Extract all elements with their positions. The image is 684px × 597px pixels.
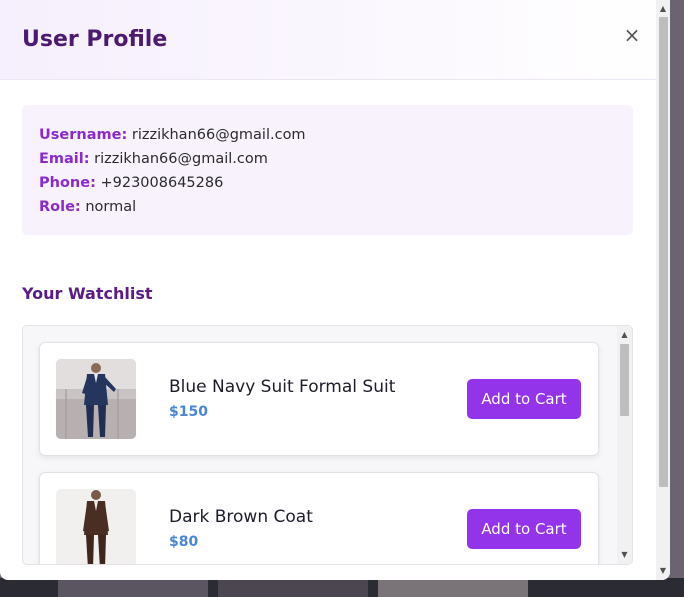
modal-header: User Profile ×: [0, 0, 670, 80]
role-label: Role:: [39, 199, 81, 215]
username-label: Username:: [39, 127, 128, 143]
navy-suit-photo-icon: [56, 359, 136, 439]
add-to-cart-button[interactable]: Add to Cart: [467, 509, 581, 549]
scroll-up-arrow-icon[interactable]: ▲: [656, 2, 670, 16]
watchlist-panel: Blue Navy Suit Formal Suit $150 Add to C…: [22, 325, 633, 565]
email-label: Email:: [39, 151, 90, 167]
user-profile-modal: User Profile × Username: rizzikhan66@gma…: [0, 0, 670, 580]
watchlist-item: Blue Navy Suit Formal Suit $150 Add to C…: [39, 342, 599, 456]
scrollbar-thumb[interactable]: [659, 17, 668, 487]
username-value: rizzikhan66@gmail.com: [131, 127, 306, 143]
modal-title: User Profile: [22, 27, 168, 52]
modal-body: Username: rizzikhan66@gmail.com Email: r…: [0, 81, 656, 580]
item-price: $80: [169, 534, 199, 550]
modal-scrollbar[interactable]: ▲ ▼: [656, 0, 670, 580]
email-row: Email: rizzikhan66@gmail.com: [39, 147, 616, 171]
phone-label: Phone:: [39, 175, 96, 191]
email-value: rizzikhan66@gmail.com: [94, 151, 268, 167]
background-tile: [218, 578, 368, 597]
username-row: Username: rizzikhan66@gmail.com: [39, 123, 616, 147]
background-tile: [58, 578, 208, 597]
profile-info-card: Username: rizzikhan66@gmail.com Email: r…: [22, 105, 633, 235]
scrollbar-thumb[interactable]: [620, 344, 629, 416]
phone-value: +923008645286: [100, 175, 224, 191]
close-icon[interactable]: ×: [623, 24, 641, 46]
watchlist-title: Your Watchlist: [22, 284, 153, 303]
item-name[interactable]: Blue Navy Suit Formal Suit: [169, 377, 395, 397]
role-value: normal: [85, 199, 137, 215]
role-row: Role: normal: [39, 195, 616, 219]
scroll-down-arrow-icon[interactable]: ▼: [617, 548, 632, 562]
scroll-down-arrow-icon[interactable]: ▼: [656, 564, 670, 578]
watchlist-scroll-area[interactable]: Blue Navy Suit Formal Suit $150 Add to C…: [23, 326, 617, 564]
add-to-cart-button[interactable]: Add to Cart: [467, 379, 581, 419]
phone-row: Phone: +923008645286: [39, 171, 616, 195]
brown-coat-photo-icon: [56, 489, 136, 564]
background-page-strip: [0, 578, 684, 597]
scroll-up-arrow-icon[interactable]: ▲: [617, 328, 632, 342]
background-tile: [378, 578, 528, 597]
item-price: $150: [169, 404, 208, 420]
watchlist-item: Dark Brown Coat $80 Add to Cart: [39, 472, 599, 564]
item-name[interactable]: Dark Brown Coat: [169, 507, 313, 527]
watchlist-scrollbar[interactable]: ▲ ▼: [617, 326, 632, 564]
